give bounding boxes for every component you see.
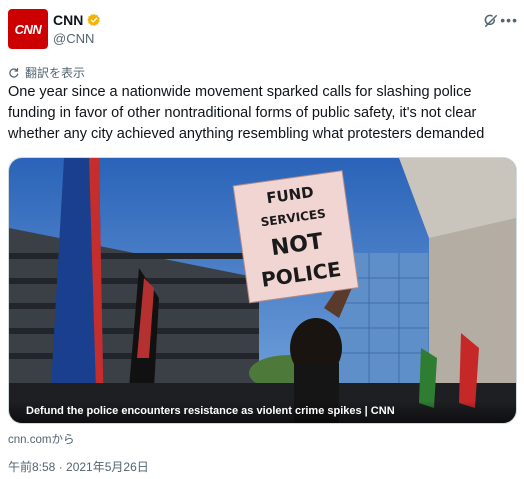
link-card-media[interactable]: FUND SERVICES NOT POLICE Defund the poli… [8,157,517,424]
more-options-icon[interactable]: ••• [500,12,518,28]
author-name-row[interactable]: CNN [53,12,101,28]
timestamp[interactable]: 午前8:58 · 2021年5月26日 [8,458,149,475]
translate-label: 翻訳を表示 [25,66,86,80]
translate-link[interactable]: 翻訳を表示 [8,64,85,81]
link-source[interactable]: cnn.comから [8,431,74,447]
translate-icon [9,67,19,78]
avatar[interactable]: CNN [8,9,48,49]
author-handle[interactable]: @CNN [53,31,94,46]
author-name[interactable]: CNN [53,12,83,28]
protest-photo: FUND SERVICES NOT POLICE [9,158,516,423]
grok-icon[interactable] [482,12,500,30]
tweet-text: One year since a nationwide movement spa… [8,84,485,142]
media-caption: Defund the police encounters resistance … [9,401,516,423]
verified-badge-icon [87,13,101,27]
